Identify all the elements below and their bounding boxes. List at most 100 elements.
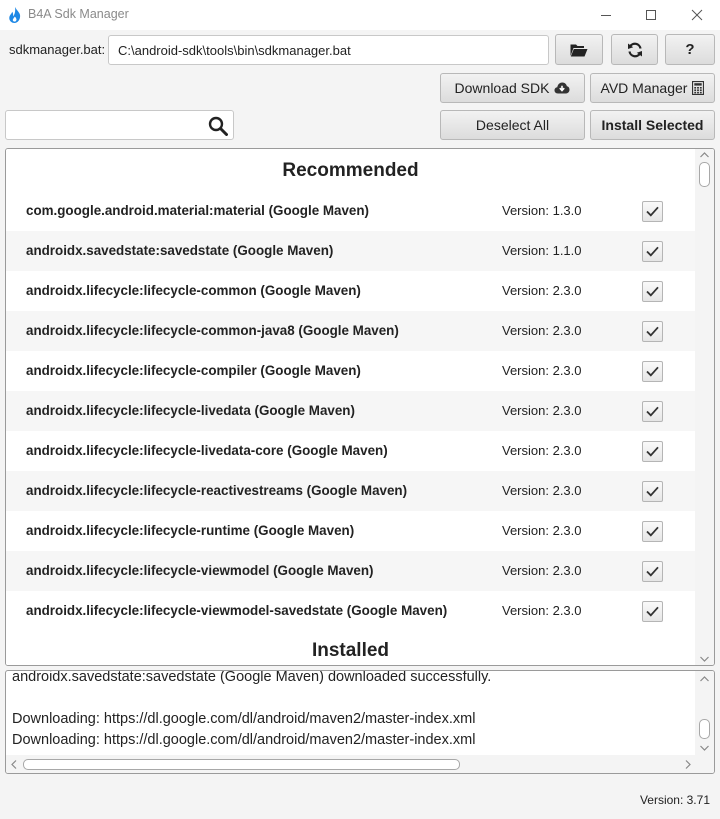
package-name: androidx.lifecycle:lifecycle-livedata-co…	[26, 443, 388, 458]
log-output: androidx.savedstate:savedstate (Google M…	[5, 670, 715, 774]
package-checkbox[interactable]	[642, 321, 663, 342]
package-checkbox[interactable]	[642, 281, 663, 302]
folder-open-icon	[570, 44, 588, 56]
scroll-right-icon[interactable]	[684, 759, 692, 770]
maximize-icon	[646, 10, 656, 20]
checkmark-icon	[646, 526, 659, 537]
package-checkbox[interactable]	[642, 241, 663, 262]
package-row: androidx.lifecycle:lifecycle-viewmodel-s…	[6, 591, 695, 631]
package-name: androidx.lifecycle:lifecycle-reactivestr…	[26, 483, 408, 498]
maximize-button[interactable]	[628, 0, 674, 30]
avd-manager-button[interactable]: AVD Manager	[590, 73, 715, 103]
package-row: androidx.lifecycle:lifecycle-common-java…	[6, 311, 695, 351]
search-input[interactable]	[10, 115, 200, 135]
log-horizontal-scrollbar[interactable]	[6, 755, 714, 773]
download-sdk-label: Download SDK	[454, 80, 550, 96]
package-row: androidx.lifecycle:lifecycle-livedata-co…	[6, 431, 695, 471]
package-checkbox[interactable]	[642, 201, 663, 222]
package-name: androidx.lifecycle:lifecycle-livedata (G…	[26, 403, 355, 418]
package-checkbox[interactable]	[642, 481, 663, 502]
scroll-up-icon[interactable]	[699, 151, 710, 159]
scroll-down-icon[interactable]	[699, 744, 710, 752]
package-row: androidx.lifecycle:lifecycle-common (Goo…	[6, 271, 695, 311]
installed-section-title: Installed	[6, 631, 695, 665]
package-checkbox[interactable]	[642, 361, 663, 382]
package-name: androidx.lifecycle:lifecycle-viewmodel (…	[26, 563, 374, 578]
browse-folder-button[interactable]	[555, 34, 603, 65]
checkmark-icon	[646, 246, 659, 257]
package-row: androidx.lifecycle:lifecycle-compiler (G…	[6, 351, 695, 391]
package-row: androidx.lifecycle:lifecycle-reactivestr…	[6, 471, 695, 511]
log-vertical-scrollbar[interactable]	[695, 671, 714, 755]
sdkmanager-path-input[interactable]	[108, 35, 549, 65]
package-version: Version: 1.1.0	[502, 243, 582, 258]
minimize-button[interactable]	[583, 0, 629, 30]
scroll-left-icon[interactable]	[10, 759, 18, 770]
package-version: Version: 2.3.0	[502, 483, 582, 498]
search-icon[interactable]	[208, 116, 228, 136]
package-checkbox[interactable]	[642, 521, 663, 542]
refresh-button[interactable]	[611, 34, 658, 65]
scroll-up-icon[interactable]	[699, 675, 710, 683]
package-name: androidx.lifecycle:lifecycle-runtime (Go…	[26, 523, 355, 538]
package-row: androidx.lifecycle:lifecycle-livedata (G…	[6, 391, 695, 431]
log-vertical-scroll-thumb[interactable]	[699, 719, 710, 739]
log-line: androidx.savedstate:savedstate (Google M…	[12, 670, 492, 685]
checkmark-icon	[646, 566, 659, 577]
package-name: androidx.lifecycle:lifecycle-compiler (G…	[26, 363, 361, 378]
checkmark-icon	[646, 446, 659, 457]
package-name: com.google.android.material:material (Go…	[26, 203, 370, 218]
avd-manager-label: AVD Manager	[600, 80, 688, 96]
package-list-content: Recommended com.google.android.material:…	[6, 149, 695, 665]
package-checkbox[interactable]	[642, 401, 663, 422]
package-list: Recommended com.google.android.material:…	[5, 148, 715, 666]
b4a-flame-icon	[9, 7, 21, 23]
deselect-all-button[interactable]: Deselect All	[440, 110, 585, 140]
refresh-icon	[627, 42, 642, 57]
close-icon	[691, 9, 703, 21]
sdkmanager-path-label: sdkmanager.bat:	[9, 42, 106, 57]
log-horizontal-scroll-thumb[interactable]	[23, 759, 460, 770]
close-button[interactable]	[674, 0, 720, 30]
package-checkbox[interactable]	[642, 561, 663, 582]
search-box	[5, 110, 234, 140]
package-list-scroll-thumb[interactable]	[699, 162, 710, 187]
package-version: Version: 2.3.0	[502, 363, 582, 378]
package-name: androidx.savedstate:savedstate (Google M…	[26, 243, 334, 258]
checkmark-icon	[646, 406, 659, 417]
package-version: Version: 2.3.0	[502, 283, 582, 298]
checkmark-icon	[646, 606, 659, 617]
package-version: Version: 2.3.0	[502, 603, 582, 618]
scroll-down-icon[interactable]	[699, 655, 710, 663]
package-row: androidx.savedstate:savedstate (Google M…	[6, 231, 695, 271]
calculator-icon	[692, 81, 705, 95]
package-version: Version: 2.3.0	[502, 443, 582, 458]
log-line: Downloading: https://dl.google.com/dl/an…	[12, 711, 476, 727]
window-title: B4A Sdk Manager	[28, 7, 129, 21]
package-name: androidx.lifecycle:lifecycle-common-java…	[26, 323, 399, 338]
package-version: Version: 1.3.0	[502, 203, 582, 218]
package-checkbox[interactable]	[642, 441, 663, 462]
package-checkbox[interactable]	[642, 601, 663, 622]
log-line: Downloading: https://dl.google.com/dl/an…	[12, 732, 476, 748]
package-list-scrollbar[interactable]	[695, 149, 714, 665]
title-bar: B4A Sdk Manager	[0, 0, 720, 30]
recommended-section-title: Recommended	[6, 151, 695, 191]
package-name: androidx.lifecycle:lifecycle-common (Goo…	[26, 283, 361, 298]
app-version: Version: 3.71	[639, 793, 710, 807]
download-sdk-button[interactable]: Download SDK	[440, 73, 585, 103]
package-version: Version: 2.3.0	[502, 323, 582, 338]
help-button[interactable]: ?	[665, 34, 715, 65]
package-version: Version: 2.3.0	[502, 523, 582, 538]
checkmark-icon	[646, 326, 659, 337]
package-version: Version: 2.3.0	[502, 403, 582, 418]
checkmark-icon	[646, 366, 659, 377]
package-version: Version: 2.3.0	[502, 563, 582, 578]
install-selected-button[interactable]: Install Selected	[590, 110, 715, 140]
package-name: androidx.lifecycle:lifecycle-viewmodel-s…	[26, 603, 448, 618]
package-row: androidx.lifecycle:lifecycle-runtime (Go…	[6, 511, 695, 551]
checkmark-icon	[646, 486, 659, 497]
cloud-download-icon	[554, 82, 570, 94]
checkmark-icon	[646, 206, 659, 217]
package-row: com.google.android.material:material (Go…	[6, 191, 695, 231]
